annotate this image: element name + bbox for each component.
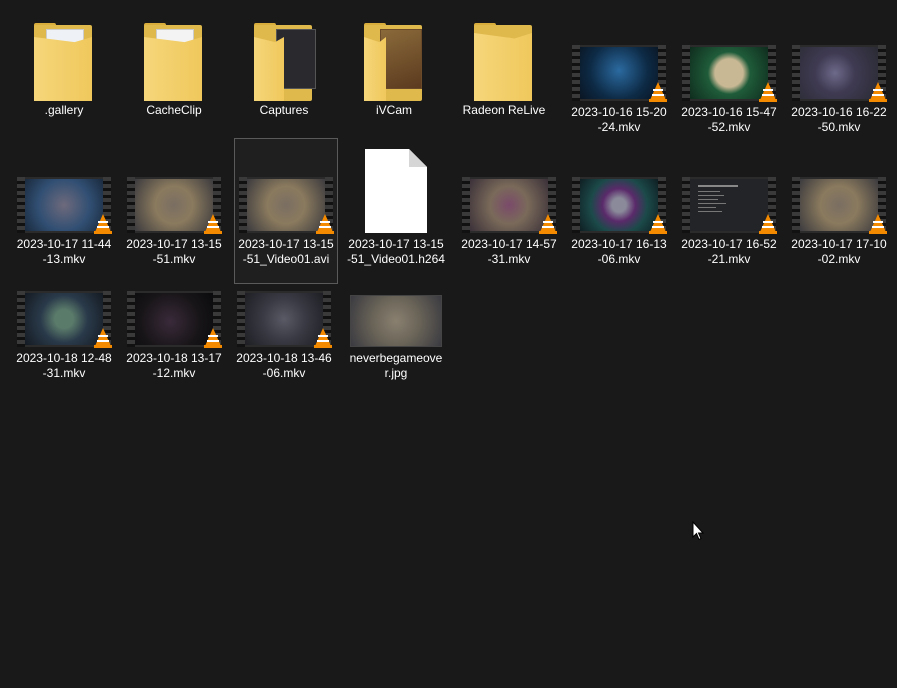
item-label: CacheClip	[146, 103, 202, 117]
blank-file-icon	[365, 149, 427, 233]
vlc-cone-icon	[759, 214, 777, 234]
folder-captures[interactable]: Captures	[232, 10, 336, 150]
video-file[interactable]: 2023-10-18 12-48-31.mkv	[12, 252, 116, 392]
folder-icon	[472, 23, 536, 103]
item-label: Captures	[259, 103, 309, 117]
video-file[interactable]: 2023-10-17 17-10-02.mkv	[787, 138, 891, 278]
vlc-cone-icon	[869, 82, 887, 102]
video-thumbnail	[237, 291, 332, 348]
video-thumbnail	[462, 177, 557, 234]
vlc-cone-icon	[649, 82, 667, 102]
video-thumbnail	[127, 291, 222, 348]
vlc-cone-icon	[204, 214, 222, 234]
vlc-cone-icon	[314, 328, 332, 348]
item-label: 2023-10-18 13-46-06.mkv	[236, 351, 332, 380]
video-thumbnail	[792, 177, 887, 234]
item-label: 2023-10-16 15-20-24.mkv	[571, 105, 667, 134]
item-label: 2023-10-16 16-22-50.mkv	[791, 105, 887, 134]
item-label: 2023-10-16 15-47-52.mkv	[681, 105, 777, 134]
video-thumbnail	[792, 45, 887, 102]
item-label: 2023-10-17 16-52-21.mkv	[681, 237, 777, 266]
folder-icon	[252, 23, 316, 103]
video-file[interactable]: 2023-10-17 14-57-31.mkv	[457, 138, 561, 278]
folder-icon	[362, 23, 426, 103]
video-file[interactable]: 2023-10-16 15-20-24.mkv	[567, 10, 671, 150]
item-label: 2023-10-17 17-10-02.mkv	[791, 237, 887, 266]
item-label: neverbegameover.jpg	[349, 351, 443, 380]
folder-radeon-relive[interactable]: Radeon ReLive	[452, 10, 556, 150]
vlc-cone-icon	[204, 328, 222, 348]
image-file[interactable]: neverbegameover.jpg	[344, 252, 448, 392]
vlc-cone-icon	[759, 82, 777, 102]
folder-icon	[32, 23, 96, 103]
video-thumbnail	[17, 177, 112, 234]
video-thumbnail	[682, 45, 777, 102]
video-file[interactable]: 2023-10-16 16-22-50.mkv	[787, 10, 891, 150]
video-file[interactable]: 2023-10-17 16-13-06.mkv	[567, 138, 671, 278]
video-thumbnail	[572, 45, 667, 102]
video-thumbnail	[127, 177, 222, 234]
folder-ivcam[interactable]: iVCam	[342, 10, 446, 150]
video-thumbnail	[17, 291, 112, 348]
vlc-cone-icon	[869, 214, 887, 234]
video-file[interactable]: 2023-10-17 16-52-21.mkv	[677, 138, 781, 278]
vlc-cone-icon	[539, 214, 557, 234]
image-thumbnail	[350, 295, 442, 347]
vlc-cone-icon	[94, 214, 112, 234]
item-label: Radeon ReLive	[462, 103, 546, 117]
item-label: .gallery	[44, 103, 84, 117]
item-label: 2023-10-18 13-17-12.mkv	[126, 351, 222, 380]
video-file[interactable]: 2023-10-18 13-17-12.mkv	[122, 252, 226, 392]
video-thumbnail	[682, 177, 777, 234]
video-thumbnail	[239, 177, 334, 234]
video-file[interactable]: 2023-10-18 13-46-06.mkv	[232, 252, 336, 392]
video-file[interactable]: 2023-10-16 15-47-52.mkv	[677, 10, 781, 150]
folder-icon	[142, 23, 206, 103]
item-label: iVCam	[375, 103, 412, 117]
item-label: 2023-10-17 16-13-06.mkv	[571, 237, 667, 266]
vlc-cone-icon	[94, 328, 112, 348]
folder-cacheclip[interactable]: CacheClip	[122, 10, 226, 150]
video-thumbnail	[572, 177, 667, 234]
vlc-cone-icon	[649, 214, 667, 234]
vlc-cone-icon	[316, 214, 334, 234]
item-label: 2023-10-18 12-48-31.mkv	[16, 351, 112, 380]
item-label: 2023-10-17 14-57-31.mkv	[461, 237, 557, 266]
mouse-cursor-icon	[692, 521, 704, 541]
folder-gallery[interactable]: .gallery	[12, 10, 116, 150]
